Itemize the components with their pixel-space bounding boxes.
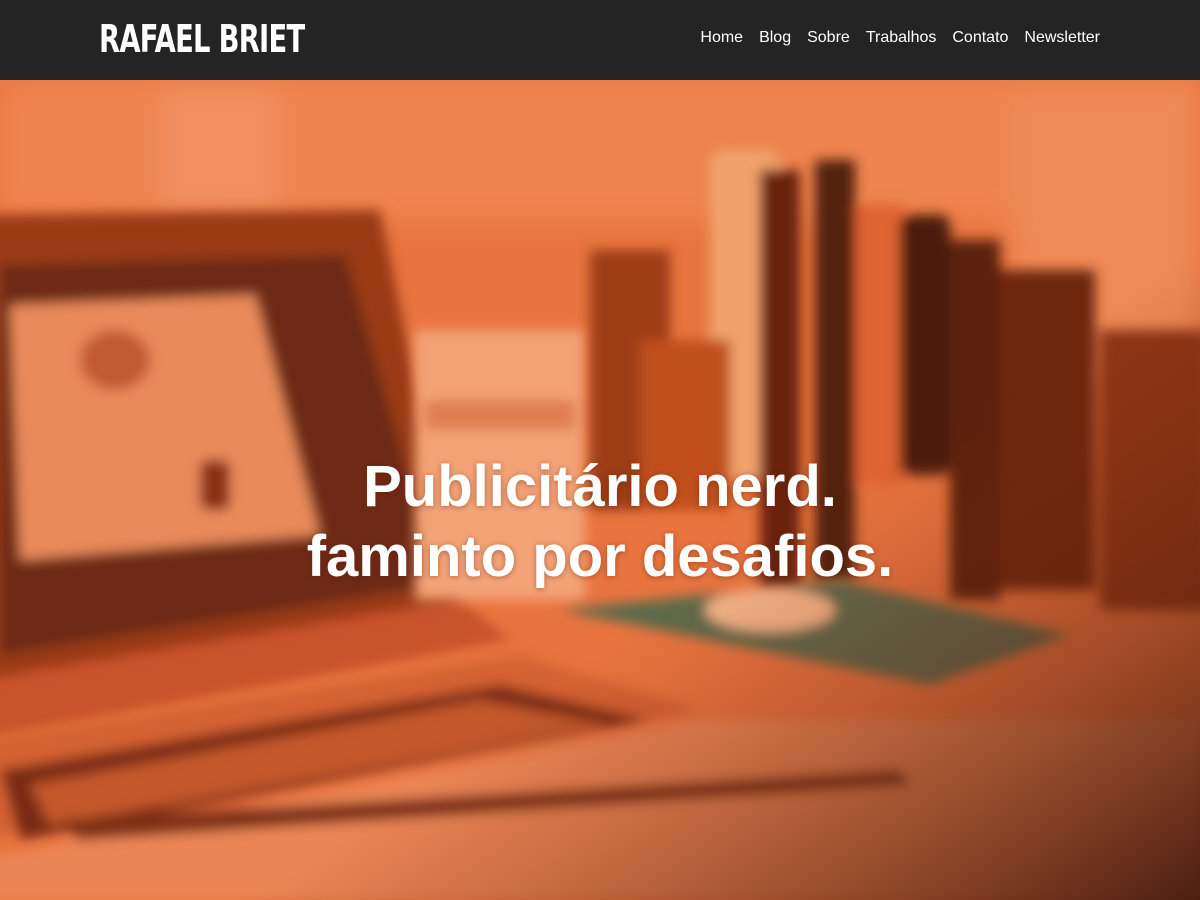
nav-item-newsletter: Newsletter bbox=[1024, 26, 1100, 50]
nav-link-blog[interactable]: Blog bbox=[759, 29, 791, 46]
site-header: RAFAEL BRIET Home Blog Sobre Trabalhos C… bbox=[0, 0, 1200, 80]
hero-headline: Publicitário nerd. faminto por desafios. bbox=[0, 452, 1200, 592]
nav-link-contato[interactable]: Contato bbox=[952, 29, 1008, 46]
nav-item-home: Home bbox=[700, 26, 743, 50]
hero-headline-line1: Publicitário nerd. bbox=[363, 454, 837, 519]
nav-item-sobre: Sobre bbox=[807, 26, 850, 50]
nav-link-trabalhos[interactable]: Trabalhos bbox=[866, 29, 937, 46]
nav-link-newsletter[interactable]: Newsletter bbox=[1024, 29, 1100, 46]
nav-item-trabalhos: Trabalhos bbox=[866, 26, 937, 50]
hero-section: Publicitário nerd. faminto por desafios. bbox=[0, 80, 1200, 900]
nav-link-sobre[interactable]: Sobre bbox=[807, 29, 850, 46]
main-nav: Home Blog Sobre Trabalhos Contato Newsle… bbox=[700, 26, 1100, 50]
hero-headline-line2: faminto por desafios. bbox=[306, 524, 894, 589]
nav-item-blog: Blog bbox=[759, 26, 791, 50]
nav-link-home[interactable]: Home bbox=[700, 29, 743, 46]
nav-item-contato: Contato bbox=[952, 26, 1008, 50]
site-logo[interactable]: RAFAEL BRIET bbox=[99, 14, 305, 64]
